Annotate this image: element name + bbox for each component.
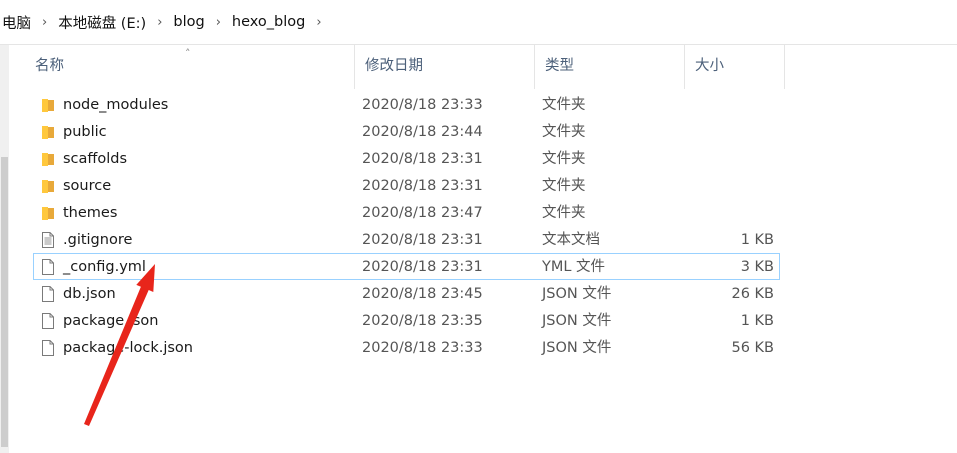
- file-icon: [42, 286, 54, 302]
- folder-icon: [42, 180, 54, 193]
- file-name: db.json: [63, 286, 116, 302]
- file-row[interactable]: _config.yml 2020/8/18 23:31 YML 文件 3 KB: [33, 253, 780, 280]
- folder-icon: [42, 126, 54, 139]
- column-header-date[interactable]: 修改日期: [355, 45, 535, 89]
- file-name: source: [63, 178, 112, 194]
- breadcrumb-item-blog[interactable]: blog: [171, 14, 206, 30]
- file-size: 26 KB: [731, 286, 774, 302]
- file-date: 2020/8/18 23:31: [362, 178, 483, 194]
- file-row[interactable]: node_modules 2020/8/18 23:33 文件夹: [33, 91, 780, 118]
- column-header-date-label: 修改日期: [365, 58, 423, 74]
- file-row[interactable]: public 2020/8/18 23:44 文件夹: [33, 118, 780, 145]
- file-type: 文件夹: [542, 205, 586, 221]
- file-date: 2020/8/18 23:33: [362, 97, 483, 113]
- text-file-icon: [42, 232, 54, 248]
- file-row[interactable]: package.json 2020/8/18 23:35 JSON 文件 1 KB: [33, 307, 780, 334]
- file-icon: [42, 313, 54, 329]
- chevron-right-icon[interactable]: ›: [316, 15, 321, 30]
- file-row[interactable]: source 2020/8/18 23:31 文件夹: [33, 172, 780, 199]
- file-list: node_modules 2020/8/18 23:33 文件夹 public 2020…: [33, 91, 780, 361]
- file-row[interactable]: package-lock.json 2020/8/18 23:33 JSON 文件 5…: [33, 334, 780, 361]
- file-type: JSON 文件: [542, 313, 612, 329]
- file-name: public: [63, 124, 107, 140]
- breadcrumb-item-hexo-blog[interactable]: hexo_blog: [230, 14, 307, 30]
- breadcrumb-item-pc[interactable]: 电脑: [0, 12, 33, 33]
- file-icon: [42, 259, 54, 275]
- column-header-size-label: 大小: [695, 58, 724, 74]
- file-row[interactable]: themes 2020/8/18 23:47 文件夹: [33, 199, 780, 226]
- file-name: _config.yml: [63, 259, 146, 275]
- file-row[interactable]: scaffolds 2020/8/18 23:31 文件夹: [33, 145, 780, 172]
- file-date: 2020/8/18 23:45: [362, 286, 483, 302]
- folder-icon: [42, 207, 54, 220]
- chevron-right-icon[interactable]: ›: [157, 15, 162, 30]
- file-name: package-lock.json: [63, 340, 193, 356]
- file-type: JSON 文件: [542, 340, 612, 356]
- file-size: 3 KB: [740, 259, 774, 275]
- file-type: 文件夹: [542, 151, 586, 167]
- file-size: 56 KB: [731, 340, 774, 356]
- folder-icon: [42, 99, 54, 112]
- scrollbar-thumb[interactable]: [1, 157, 8, 447]
- file-row[interactable]: .gitignore 2020/8/18 23:31 文本文档 1 KB: [33, 226, 780, 253]
- file-name: themes: [63, 205, 118, 221]
- chevron-right-icon[interactable]: ›: [42, 15, 47, 30]
- file-date: 2020/8/18 23:47: [362, 205, 483, 221]
- file-type: JSON 文件: [542, 286, 612, 302]
- file-date: 2020/8/18 23:44: [362, 124, 483, 140]
- file-row[interactable]: db.json 2020/8/18 23:45 JSON 文件 26 KB: [33, 280, 780, 307]
- sort-ascending-icon: ˄: [185, 47, 191, 60]
- file-type: YML 文件: [542, 259, 606, 275]
- file-name: package.json: [63, 313, 159, 329]
- file-date: 2020/8/18 23:31: [362, 232, 483, 248]
- column-header-type-label: 类型: [545, 58, 574, 74]
- column-header-size[interactable]: 大小: [685, 45, 785, 89]
- vertical-scrollbar[interactable]: [0, 45, 9, 453]
- column-header-row: 名称 ˄ 修改日期 类型 大小: [25, 45, 785, 89]
- file-name: node_modules: [63, 97, 169, 113]
- file-date: 2020/8/18 23:33: [362, 340, 483, 356]
- folder-icon: [42, 153, 54, 166]
- column-header-name-label: 名称: [35, 58, 64, 74]
- breadcrumb-item-drive-e[interactable]: 本地磁盘 (E:): [56, 12, 148, 33]
- file-date: 2020/8/18 23:31: [362, 259, 483, 275]
- column-header-name[interactable]: 名称 ˄: [25, 45, 355, 89]
- file-name: .gitignore: [63, 232, 133, 248]
- file-date: 2020/8/18 23:35: [362, 313, 483, 329]
- file-size: 1 KB: [740, 313, 774, 329]
- file-size: 1 KB: [740, 232, 774, 248]
- file-type: 文件夹: [542, 97, 586, 113]
- file-icon: [42, 340, 54, 356]
- breadcrumb: 电脑 › 本地磁盘 (E:) › blog › hexo_blog ›: [0, 0, 957, 45]
- column-header-type[interactable]: 类型: [535, 45, 685, 89]
- file-type: 文件夹: [542, 178, 586, 194]
- file-type: 文件夹: [542, 124, 586, 140]
- chevron-right-icon[interactable]: ›: [216, 15, 221, 30]
- file-type: 文本文档: [542, 232, 600, 248]
- file-name: scaffolds: [63, 151, 128, 167]
- file-date: 2020/8/18 23:31: [362, 151, 483, 167]
